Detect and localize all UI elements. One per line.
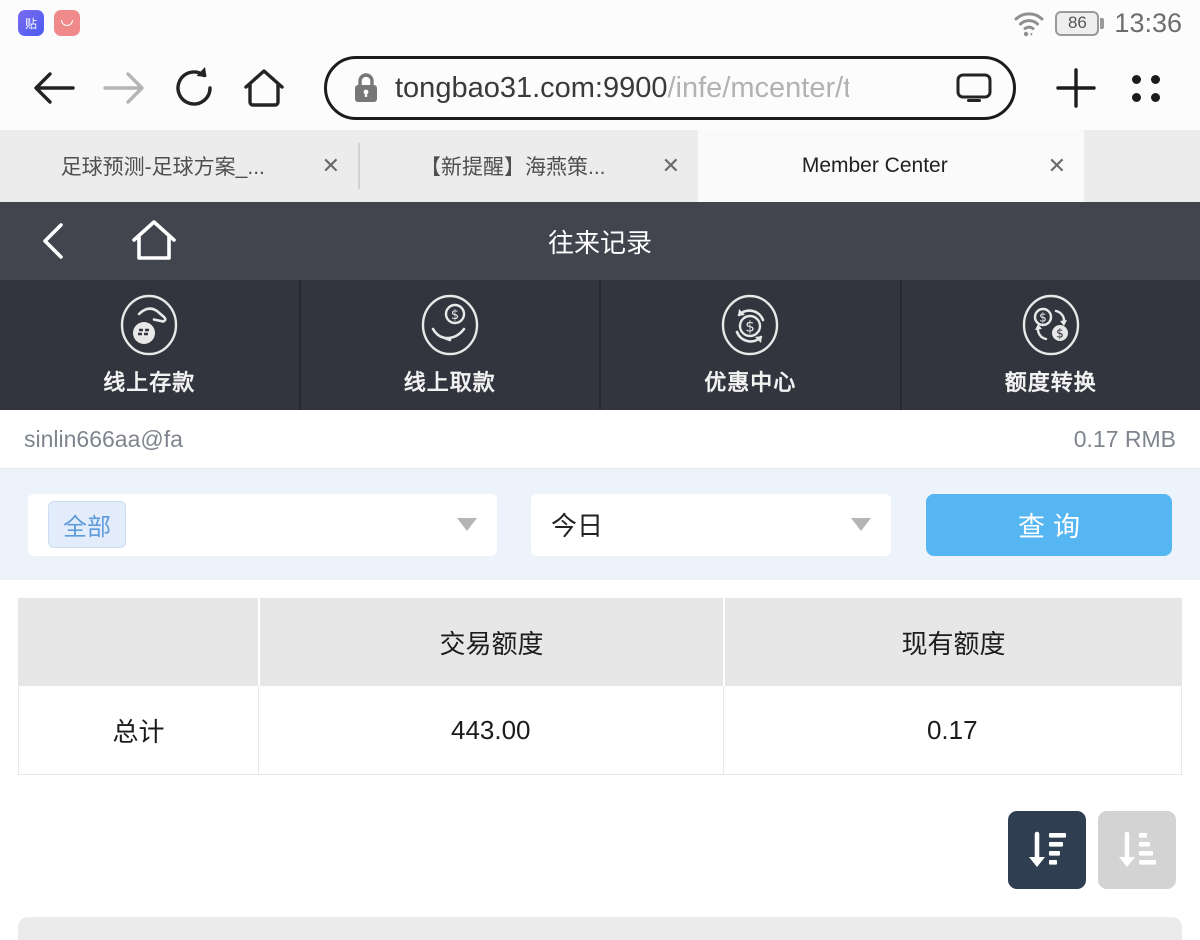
sort-descending-icon: [1024, 827, 1070, 873]
account-balance: 0.17 RMB: [1074, 426, 1176, 453]
sort-ascending-button[interactable]: [1098, 811, 1176, 889]
table-header-transaction: 交易额度: [260, 598, 723, 686]
appgallery-smile-icon: [61, 20, 73, 26]
quick-action-label: 线上存款: [103, 365, 195, 397]
total-label-cell: 总计: [19, 686, 258, 774]
record-list-card-top: [18, 917, 1182, 940]
sort-descending-button[interactable]: [1008, 811, 1086, 889]
quick-action-label: 线上取款: [404, 365, 496, 397]
menu-dots-icon: [1132, 75, 1161, 102]
quick-actions: 线上存款 $ 线上取款 $ 优惠中心: [0, 280, 1200, 410]
tab-title: 【新提醒】海燕策...: [384, 151, 642, 181]
close-tab-icon[interactable]: ✕: [1044, 149, 1070, 183]
battery-percent: 86: [1055, 11, 1099, 36]
tab-title: 足球预测-足球方案_...: [24, 151, 302, 181]
promotions-icon: $: [718, 293, 782, 357]
summary-table: 交易额度 现有额度 总计 443.00 0.17: [18, 598, 1182, 775]
account-row: sinlin666aa@fa 0.17 RMB: [0, 410, 1200, 469]
chevron-down-icon: [457, 518, 477, 531]
tab-strip-filler: [1084, 130, 1200, 202]
browser-toolbar: tongbao31.com:9900/infe/mcenter/t: [0, 46, 1200, 130]
transaction-amount-cell: 443.00: [258, 686, 723, 774]
withdraw-icon: $: [418, 293, 482, 357]
desktop-mode-icon[interactable]: [955, 72, 993, 104]
date-select[interactable]: 今日: [531, 494, 891, 556]
notification-icons: 贴: [18, 10, 80, 36]
quick-action-label: 优惠中心: [704, 365, 796, 397]
sort-ascending-icon: [1114, 827, 1160, 873]
tab-title: Member Center: [722, 154, 1028, 178]
svg-text:$: $: [451, 308, 459, 323]
promotions-button[interactable]: $ 优惠中心: [599, 280, 900, 410]
close-tab-icon[interactable]: ✕: [658, 149, 684, 183]
page-title: 往来记录: [0, 223, 1200, 260]
query-button[interactable]: 查询: [926, 494, 1172, 556]
table-header-row: 交易额度 现有额度: [18, 598, 1182, 686]
balance-transfer-button[interactable]: $ $ 额度转换: [900, 280, 1200, 410]
lock-icon: [353, 72, 379, 104]
account-username: sinlin666aa@fa: [24, 426, 183, 453]
status-bar: 贴 86 13:36: [0, 0, 1200, 46]
forward-button[interactable]: [96, 60, 152, 116]
new-tab-button[interactable]: [1048, 60, 1104, 116]
close-tab-icon[interactable]: ✕: [318, 149, 344, 183]
battery-indicator: 86: [1055, 11, 1104, 36]
url-path: /infe/mcenter/: [668, 72, 844, 105]
tab-member-center[interactable]: Member Center ✕: [698, 130, 1084, 202]
svg-text:$: $: [745, 318, 755, 336]
menu-button[interactable]: [1118, 60, 1174, 116]
svg-text:$: $: [1056, 327, 1064, 341]
url-truncated: t: [843, 72, 849, 105]
battery-nub-icon: [1100, 18, 1104, 29]
date-select-value: 今日: [551, 506, 603, 543]
tieba-app-icon: 贴: [18, 10, 44, 36]
type-select[interactable]: 全部: [28, 494, 497, 556]
wifi-icon: [1013, 8, 1045, 38]
deposit-icon: [117, 293, 181, 357]
current-amount-cell: 0.17: [723, 686, 1182, 774]
page-header: 往来记录: [0, 202, 1200, 280]
status-clock: 13:36: [1114, 8, 1182, 39]
sort-controls: [0, 775, 1200, 889]
back-button[interactable]: [26, 60, 82, 116]
table-row-total: 总计 443.00 0.17: [18, 686, 1182, 775]
tab-football[interactable]: 足球预测-足球方案_... ✕: [0, 130, 358, 202]
appgallery-app-icon: [54, 10, 80, 36]
tab-strip: 足球预测-足球方案_... ✕ 【新提醒】海燕策... ✕ Member Cen…: [0, 130, 1200, 202]
filter-section: 全部 今日 查询: [0, 469, 1200, 580]
home-button[interactable]: [236, 60, 292, 116]
type-select-value: 全部: [48, 501, 126, 548]
table-header-current: 现有额度: [725, 598, 1182, 686]
svg-text:$: $: [1039, 311, 1047, 325]
table-header-blank: [18, 598, 258, 686]
tab-haiyan[interactable]: 【新提醒】海燕策... ✕: [360, 130, 698, 202]
refresh-button[interactable]: [166, 60, 222, 116]
url-text: tongbao31.com:9900/infe/mcenter/t: [395, 72, 955, 105]
balance-transfer-icon: $ $: [1019, 293, 1083, 357]
withdraw-button[interactable]: $ 线上取款: [299, 280, 600, 410]
deposit-button[interactable]: 线上存款: [0, 280, 299, 410]
address-bar[interactable]: tongbao31.com:9900/infe/mcenter/t: [324, 56, 1016, 120]
chevron-down-icon: [851, 518, 871, 531]
url-host: tongbao31.com:9900: [395, 72, 668, 105]
quick-action-label: 额度转换: [1005, 365, 1097, 397]
